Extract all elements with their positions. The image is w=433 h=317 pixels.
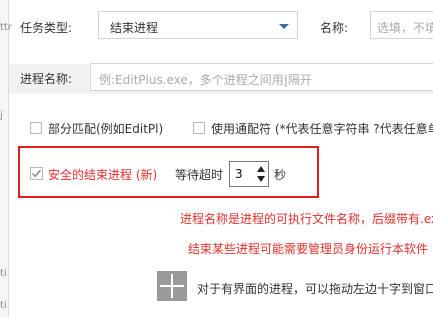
partial-match-checkbox[interactable] [30,122,42,134]
process-name-input[interactable]: 例:EditPlus.exe，多个进程之间用|隔开 [90,63,433,91]
edge-text: ti [0,268,7,279]
drag-hint: 对于有界面的进程，可以拖动左边十字到窗口 [197,282,433,296]
name-label: 名称: [320,21,349,35]
note-exe-suffix: 进程名称是进程的可执行文件名称，后缀带有.ex [180,212,433,226]
edge-text: ti [0,300,7,311]
timeout-value: 3 [235,167,243,181]
crosshair-drag-button[interactable] [157,271,187,301]
chevron-down-icon [279,24,289,29]
spin-up-icon[interactable] [256,164,266,173]
partial-match-label: 部分匹配(例如EditPl) [48,122,164,136]
edge-text: j [0,110,3,121]
task-type-label: 任务类型: [20,21,73,35]
crosshair-icon [160,274,184,298]
task-type-select[interactable]: 结束进程 [98,11,298,39]
timeout-spinner[interactable]: 3 [229,161,269,187]
timeout-label: 等待超时 [175,168,224,182]
wildcard-checkbox[interactable] [193,122,205,134]
safe-end-label: 安全的结束进程 (新) [48,168,158,182]
wildcard-label: 使用通配符 (*代表任意字符串 ?代表任意单 [211,122,433,136]
name-placeholder: 选填，不填 [377,21,433,35]
process-name-placeholder: 例:EditPlus.exe，多个进程之间用|隔开 [99,73,312,87]
spin-down-icon[interactable] [256,175,266,184]
edge-text: ttr [0,22,12,33]
name-input[interactable]: 选填，不填 [370,11,433,39]
process-name-label: 进程名称: [20,72,73,86]
timeout-unit: 秒 [274,168,287,182]
task-type-value: 结束进程 [110,21,159,35]
note-admin-required: 结束某些进程可能需要管理员身份运行本软件 [188,242,429,256]
safe-end-checkbox[interactable] [30,167,43,180]
